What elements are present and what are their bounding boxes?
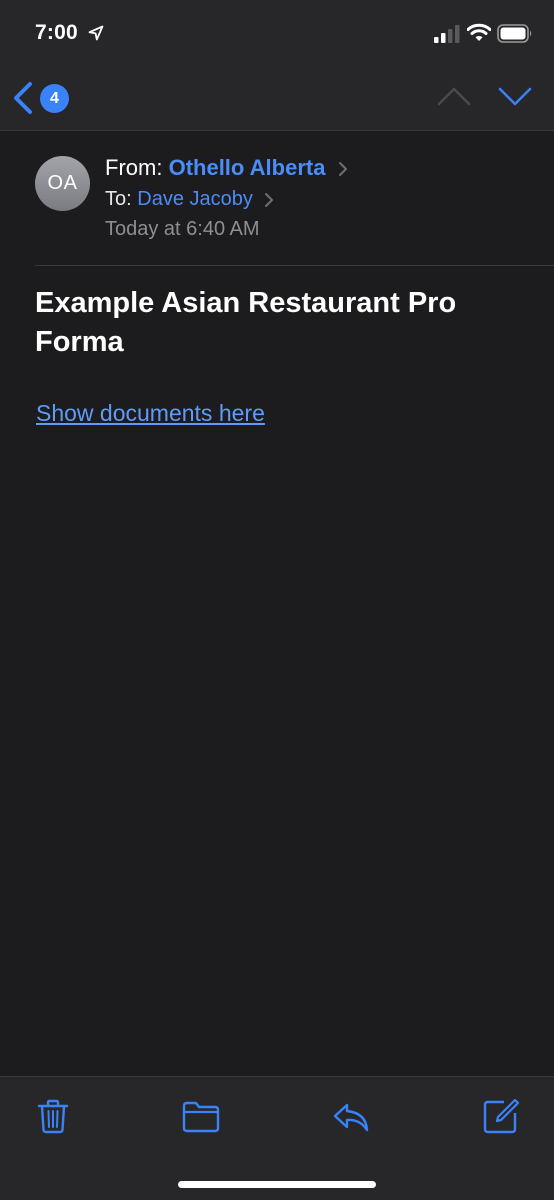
show-documents-link[interactable]: Show documents here bbox=[36, 400, 265, 427]
trash-button[interactable] bbox=[34, 1097, 72, 1135]
top-bar: 7:00 4 bbox=[0, 0, 554, 131]
move-to-folder-button[interactable] bbox=[182, 1097, 220, 1135]
message-subject: Example Asian Restaurant Pro Forma bbox=[35, 287, 457, 358]
reply-icon bbox=[333, 1103, 369, 1132]
chevron-down-icon bbox=[498, 87, 532, 106]
sender-name[interactable]: Othello Alberta bbox=[169, 155, 326, 180]
to-line: To: Dave Jacoby bbox=[105, 188, 274, 211]
to-label: To: bbox=[105, 188, 132, 210]
chevron-up-icon bbox=[437, 87, 471, 106]
wifi-icon bbox=[467, 23, 491, 41]
unread-count-badge: 4 bbox=[40, 84, 69, 113]
compose-button[interactable] bbox=[482, 1097, 520, 1135]
folder-icon bbox=[182, 1101, 220, 1133]
back-button[interactable]: 4 bbox=[10, 78, 72, 118]
chevron-right-icon bbox=[338, 162, 347, 177]
location-arrow-icon bbox=[88, 25, 104, 41]
bottom-toolbar bbox=[0, 1076, 554, 1200]
previous-message-button[interactable] bbox=[436, 84, 472, 108]
status-time: 7:00 bbox=[35, 21, 78, 44]
sender-avatar[interactable]: OA bbox=[35, 156, 90, 211]
chevron-left-icon bbox=[14, 82, 32, 114]
reply-button[interactable] bbox=[332, 1097, 370, 1135]
cellular-signal-icon bbox=[434, 25, 460, 43]
chevron-right-icon bbox=[265, 192, 274, 207]
mail-message-screen: 7:00 4 OA From: Othello Alberta To: Dave… bbox=[0, 0, 554, 1200]
recipient-name[interactable]: Dave Jacoby bbox=[137, 188, 253, 210]
message-date: Today at 6:40 AM bbox=[105, 218, 260, 240]
compose-icon bbox=[483, 1098, 520, 1134]
trash-icon bbox=[37, 1099, 69, 1134]
from-line: From: Othello Alberta bbox=[105, 155, 348, 181]
next-message-button[interactable] bbox=[497, 84, 533, 108]
header-divider bbox=[35, 265, 554, 266]
from-label: From: bbox=[105, 155, 163, 180]
home-indicator[interactable] bbox=[178, 1181, 376, 1188]
battery-icon bbox=[497, 24, 532, 43]
